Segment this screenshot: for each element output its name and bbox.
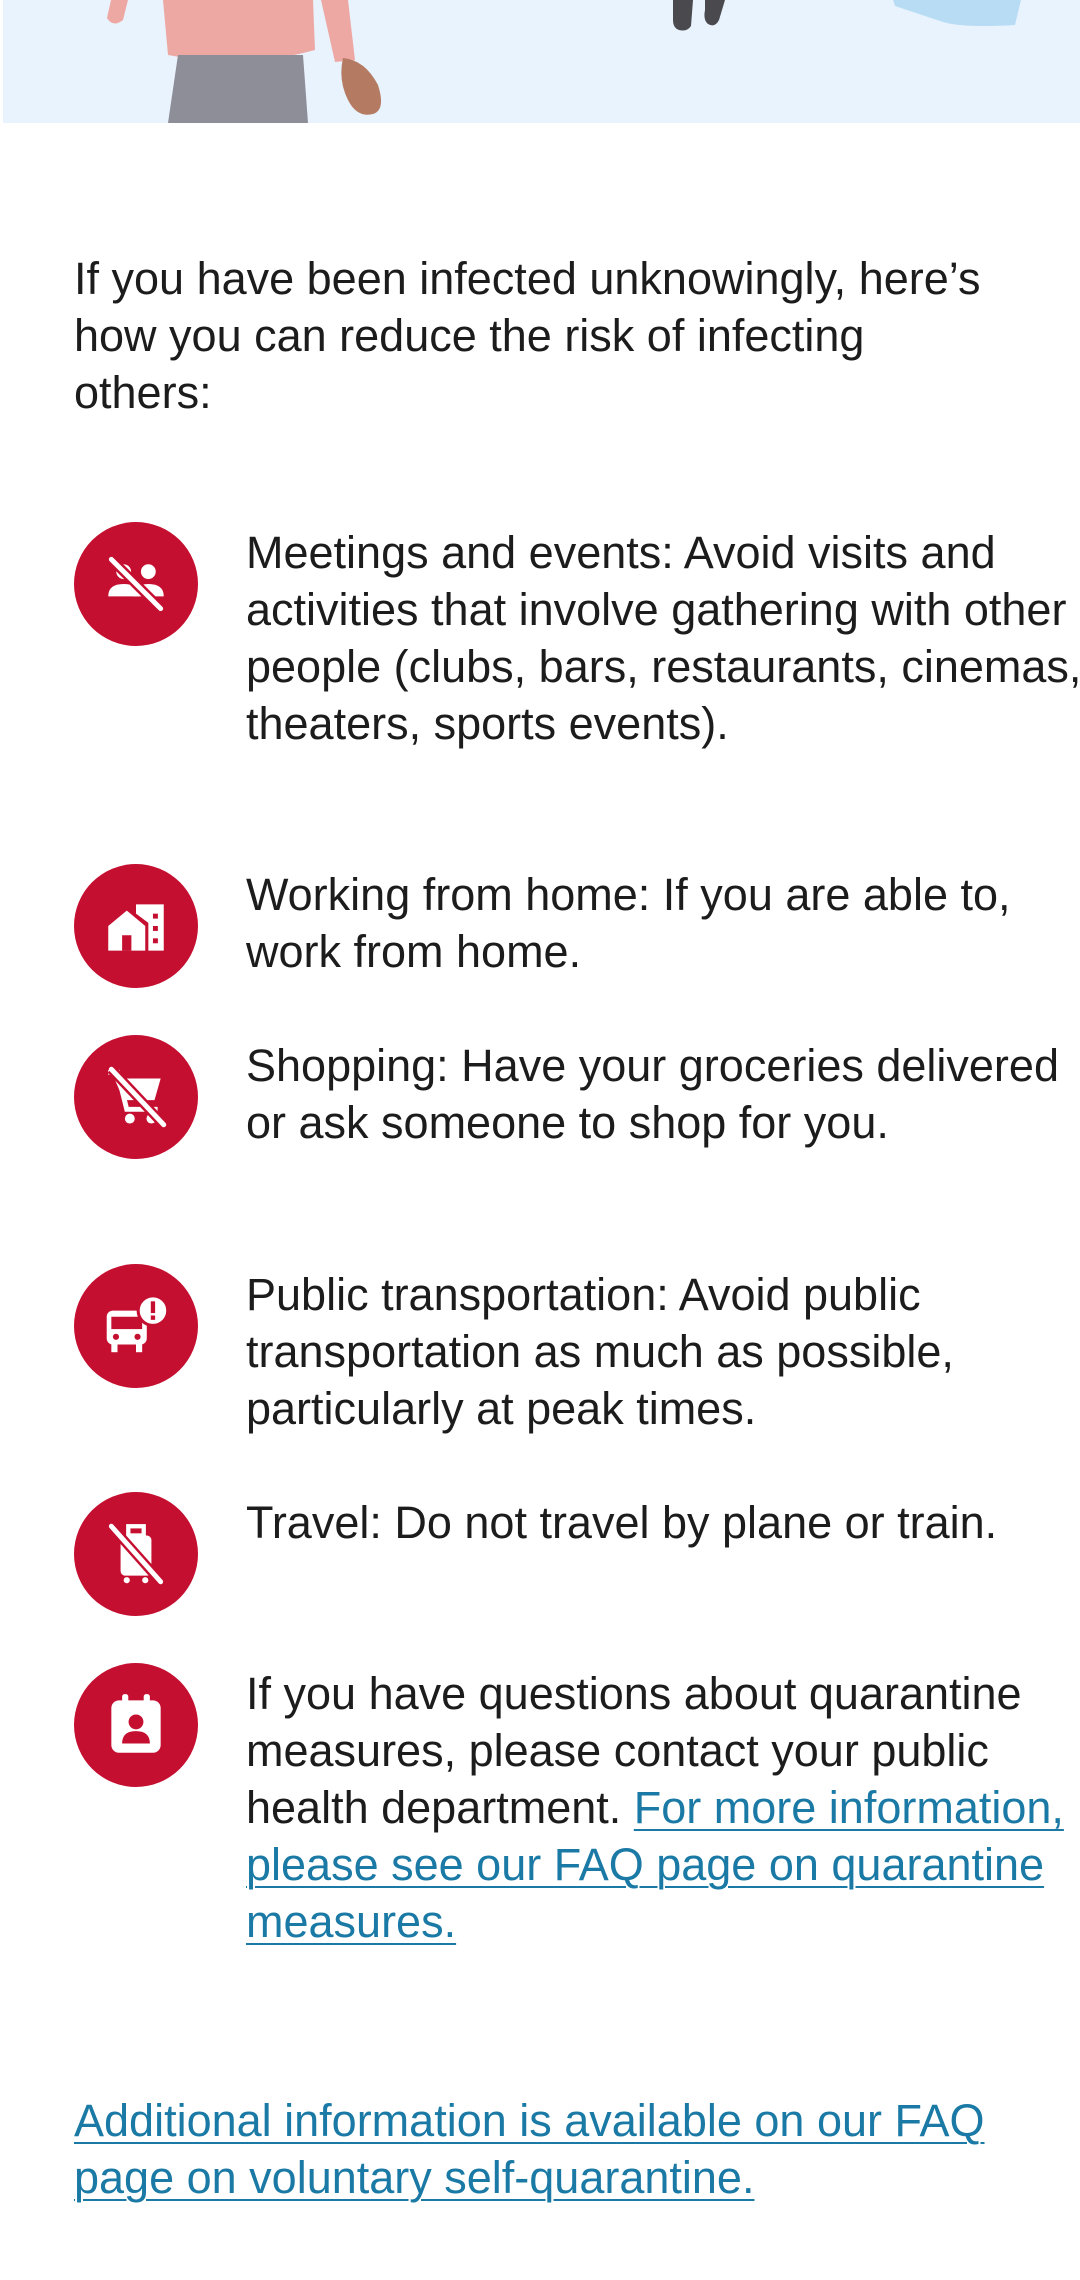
home-office-icon	[74, 864, 198, 988]
list-item-text: Meetings and events: Avoid visits and ac…	[246, 527, 1080, 749]
list-item-text: Working from home: If you are able to, w…	[246, 869, 1011, 977]
no-shopping-cart-icon	[74, 1035, 198, 1159]
header-illustration	[3, 0, 1080, 123]
list-item-text: If you have questions about quarantine m…	[246, 1665, 1080, 1950]
intro-text: If you have been infected unknowingly, h…	[74, 253, 981, 418]
list-item-text: Shopping: Have your groceries delivered …	[246, 1040, 1059, 1148]
bus-warning-icon	[74, 1264, 198, 1388]
contact-card-icon	[74, 1663, 198, 1787]
people-illustration	[107, 0, 1021, 123]
list-item-text: Public transportation: Avoid public tran…	[246, 1269, 954, 1434]
faq-self-quarantine-link[interactable]: Additional information is available on o…	[74, 2092, 1014, 2206]
no-gathering-icon	[74, 522, 198, 646]
list-item-text: Travel: Do not travel by plane or train.	[246, 1497, 998, 1548]
no-luggage-icon	[74, 1492, 198, 1616]
page: If you have been infected unknowingly, h…	[0, 0, 1080, 2280]
